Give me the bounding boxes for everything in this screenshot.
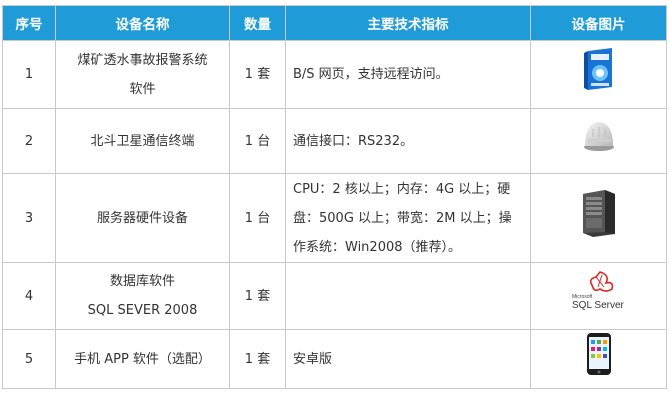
cell-index: 5 xyxy=(2,329,56,389)
header-name: 设备名称 xyxy=(55,5,230,41)
table-row: 5 手机 APP 软件（选配） 1 套 安卓版 xyxy=(2,329,667,389)
spec-line: 盘：500G 以上；带宽：2M 以上；操 xyxy=(293,210,512,226)
header-spec: 主要技术指标 xyxy=(285,5,531,41)
name-line: 软件 xyxy=(129,81,156,97)
cell-image xyxy=(530,108,667,174)
name-line: 煤矿透水事故报警系统 xyxy=(77,52,208,68)
name-line: SQL SEVER 2008 xyxy=(87,303,198,318)
server-tower-icon xyxy=(579,188,619,249)
svg-text:SQL Server: SQL Server xyxy=(572,300,625,311)
spec-line: 安卓版 xyxy=(293,351,333,367)
cell-quantity: 1 台 xyxy=(229,173,286,263)
name-line: 手机 APP 软件（选配） xyxy=(74,351,211,367)
table-row: 1 煤矿透水事故报警系统 软件 1 套 B/S 网页，支持远程访问。 xyxy=(2,40,667,109)
spec-line: 通信接口：RS232。 xyxy=(293,133,414,149)
cell-spec: 安卓版 xyxy=(285,329,531,389)
equipment-table: 序号 设备名称 数量 主要技术指标 设备图片 1 煤矿透水事故报警系统 软件 1… xyxy=(2,5,667,389)
name-line: 北斗卫星通信终端 xyxy=(90,133,195,149)
cell-image xyxy=(530,329,667,389)
header-quantity: 数量 xyxy=(229,5,286,41)
satellite-terminal-icon xyxy=(581,119,617,164)
spec-line: CPU：2 核以上；内存：4G 以上；硬 xyxy=(293,181,511,197)
cell-quantity: 1 台 xyxy=(229,108,286,174)
cell-spec: B/S 网页，支持远程访问。 xyxy=(285,40,531,109)
cell-name: 数据库软件 SQL SEVER 2008 xyxy=(55,262,230,330)
spec-line: 作系统：Win2008（推荐）。 xyxy=(293,239,462,255)
cell-image xyxy=(530,173,667,263)
cell-spec xyxy=(285,262,531,330)
cell-index: 3 xyxy=(2,173,56,263)
cell-index: 2 xyxy=(2,108,56,174)
smartphone-icon xyxy=(586,332,612,387)
cell-index: 4 xyxy=(2,262,56,330)
spec-line: B/S 网页，支持远程访问。 xyxy=(293,67,449,82)
cell-name: 北斗卫星通信终端 xyxy=(55,108,230,174)
table-row: 2 北斗卫星通信终端 1 台 通信接口：RS232。 xyxy=(2,108,667,174)
cell-quantity: 1 套 xyxy=(229,329,286,389)
name-line: 服务器硬件设备 xyxy=(96,210,188,226)
header-row: 序号 设备名称 数量 主要技术指标 设备图片 xyxy=(2,5,667,41)
cell-image: Microsoft SQL Server xyxy=(530,262,667,330)
cell-name: 煤矿透水事故报警系统 软件 xyxy=(55,40,230,109)
software-box-icon xyxy=(582,47,616,102)
cell-quantity: 1 套 xyxy=(229,40,286,109)
cell-index: 1 xyxy=(2,40,56,109)
cell-name: 服务器硬件设备 xyxy=(55,173,230,263)
header-index: 序号 xyxy=(2,5,56,41)
cell-spec: CPU：2 核以上；内存：4G 以上；硬 盘：500G 以上；带宽：2M 以上；… xyxy=(285,173,531,263)
sql-server-logo: Microsoft SQL Server xyxy=(570,269,628,324)
header-image: 设备图片 xyxy=(530,5,667,41)
table-row: 4 数据库软件 SQL SEVER 2008 1 套 Microsoft SQL… xyxy=(2,262,667,330)
cell-name: 手机 APP 软件（选配） xyxy=(55,329,230,389)
name-line: 数据库软件 xyxy=(109,274,175,289)
cell-quantity: 1 套 xyxy=(229,262,286,330)
table-row: 3 服务器硬件设备 1 台 CPU：2 核以上；内存：4G 以上；硬 盘：500… xyxy=(2,173,667,263)
cell-image xyxy=(530,40,667,109)
page: 序号 设备名称 数量 主要技术指标 设备图片 1 煤矿透水事故报警系统 软件 1… xyxy=(0,0,670,407)
cell-spec: 通信接口：RS232。 xyxy=(285,108,531,174)
